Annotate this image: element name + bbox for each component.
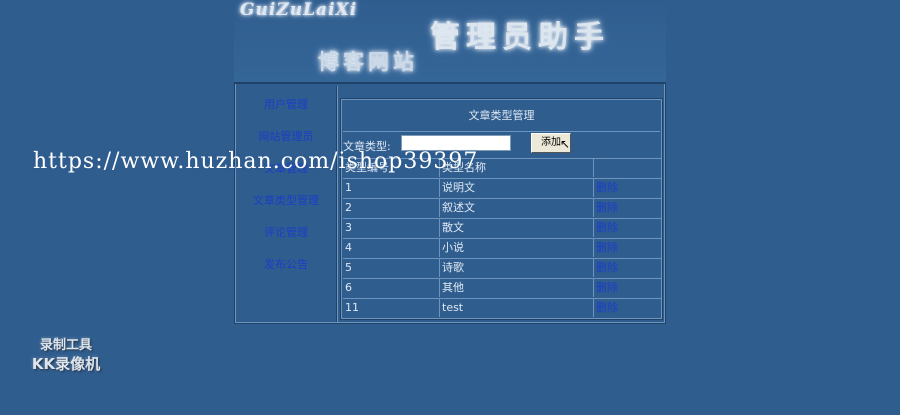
type-id: 6 [345,281,352,294]
sidebar-item-article-type-management[interactable]: 文章类型管理 [236,192,336,208]
table-row: 2 叙述文 删除 [343,198,662,217]
delete-link[interactable]: 删除 [596,181,618,194]
delete-link[interactable]: 删除 [596,301,618,314]
table-row: 4 小说 删除 [343,238,662,257]
sidebar-item-comment-management[interactable]: 评论管理 [236,224,336,240]
type-id: 4 [345,241,352,254]
type-name: 叙述文 [439,199,593,217]
delete-link[interactable]: 删除 [596,201,618,214]
type-id: 1 [345,181,352,194]
mouse-cursor-icon: ↖ [560,137,571,151]
logo-blog-title: 博客网站 [318,49,418,74]
type-id: 5 [345,261,352,274]
page-title: 文章类型管理 [343,101,660,132]
type-id: 2 [345,201,352,214]
type-name: 说明文 [439,179,593,197]
sidebar: 用户管理 网站管理员 文章管理 文章类型管理 评论管理 发布公告 [236,86,337,322]
type-name: test [439,299,593,317]
table-row: 5 诗歌 删除 [343,258,662,277]
delete-link[interactable]: 删除 [596,241,618,254]
logo-english: GuiZuLaiXi [240,0,358,20]
sidebar-item-publish-notice[interactable]: 发布公告 [236,256,336,272]
sidebar-item-site-admins[interactable]: 网站管理员 [236,128,336,144]
sidebar-item-user-management[interactable]: 用户管理 [236,96,336,112]
delete-link[interactable]: 删除 [596,281,618,294]
delete-link[interactable]: 删除 [596,261,618,274]
type-id: 11 [345,301,359,314]
type-name: 诗歌 [439,259,593,277]
table-row: 11 test 删除 [343,298,662,317]
main-panel: 文章类型管理 文章类型: 添加 ↖ 类型编号 类型名称 1 说明文 删除 2 叙… [340,98,663,320]
recorder-line1: 录制工具 [39,338,92,353]
table-row: 6 其他 删除 [343,278,662,297]
recorder-badge: 录制工具 KK录像机 [20,334,112,374]
type-name: 散文 [439,219,593,237]
site-header: GuiZuLaiXi 管理员助手 博客网站 [234,0,666,84]
table-row: 3 散文 删除 [343,218,662,237]
column-header-action [593,159,662,177]
logo-admin-title: 管理员助手 [430,20,610,55]
table-row: 1 说明文 删除 [343,178,662,197]
type-id: 3 [345,221,352,234]
type-name: 小说 [439,239,593,257]
recorder-line2: KK录像机 [31,355,101,373]
delete-link[interactable]: 删除 [596,221,618,234]
type-name: 其他 [439,279,593,297]
watermark-url: https://www.huzhan.com/ishop39397 [33,149,479,174]
